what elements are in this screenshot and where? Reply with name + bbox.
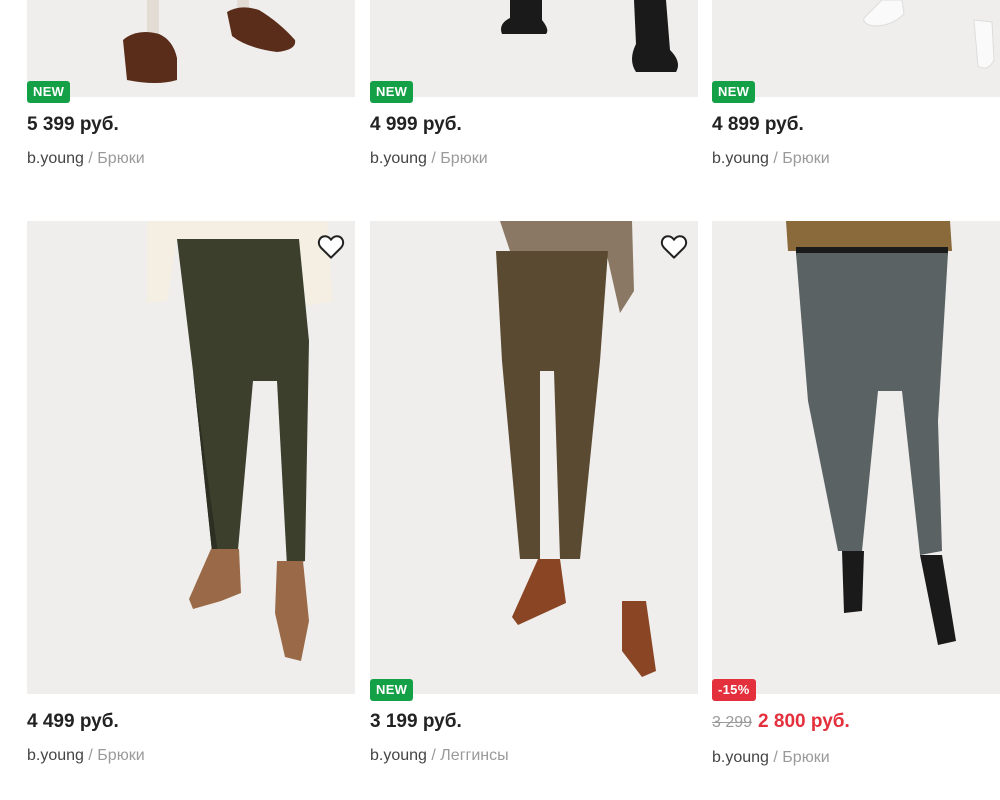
separator: / — [88, 150, 93, 167]
product-brand[interactable]: b.young — [27, 747, 84, 764]
product-meta: b.young / Брюки — [712, 749, 830, 767]
new-badge: NEW — [712, 81, 756, 103]
heart-outline-icon[interactable] — [316, 232, 346, 262]
separator: / — [773, 749, 778, 766]
product-category[interactable]: Брюки — [782, 749, 829, 766]
product-meta: b.young / Брюки — [27, 747, 145, 765]
product-card[interactable]: -15% 3 299 2 800 руб. b.young / Брюки — [712, 221, 1000, 781]
product-image[interactable] — [712, 0, 1000, 97]
product-price: 4 499 руб. — [27, 711, 119, 732]
product-category[interactable]: Брюки — [440, 150, 487, 167]
product-price: 3 199 руб. — [370, 711, 462, 732]
product-category[interactable]: Брюки — [97, 747, 144, 764]
product-meta: b.young / Леггинсы — [370, 747, 509, 765]
new-badge: NEW — [370, 679, 414, 701]
old-price: 3 299 — [712, 714, 753, 731]
separator: / — [431, 747, 436, 764]
product-category[interactable]: Брюки — [97, 150, 144, 167]
product-card[interactable]: 4 499 руб. b.young / Брюки — [27, 221, 355, 781]
separator: / — [431, 150, 436, 167]
product-image[interactable] — [27, 221, 355, 694]
discount-badge: -15% — [712, 679, 756, 701]
product-card[interactable]: NEW 5 399 руб. b.young / Брюки — [27, 0, 355, 180]
product-price: 3 299 2 800 руб. — [712, 711, 850, 733]
product-price: 4 899 руб. — [712, 114, 804, 135]
product-card[interactable]: NEW 3 199 руб. b.young / Леггинсы — [370, 221, 698, 781]
product-meta: b.young / Брюки — [27, 150, 145, 168]
product-image[interactable] — [27, 0, 355, 97]
product-brand[interactable]: b.young — [712, 749, 769, 766]
product-price: 4 999 руб. — [370, 114, 462, 135]
product-card[interactable]: NEW 4 899 руб. b.young / Брюки — [712, 0, 1000, 180]
product-image[interactable] — [370, 0, 698, 97]
product-card[interactable]: NEW 4 999 руб. b.young / Брюки — [370, 0, 698, 180]
product-image[interactable] — [370, 221, 698, 694]
separator: / — [773, 150, 778, 167]
product-meta: b.young / Брюки — [712, 150, 830, 168]
product-brand[interactable]: b.young — [370, 150, 427, 167]
product-price: 5 399 руб. — [27, 114, 119, 135]
sale-price: 2 800 руб. — [758, 711, 850, 732]
product-brand[interactable]: b.young — [712, 150, 769, 167]
product-brand[interactable]: b.young — [27, 150, 84, 167]
new-badge: NEW — [27, 81, 71, 103]
product-brand[interactable]: b.young — [370, 747, 427, 764]
new-badge: NEW — [370, 81, 414, 103]
product-category[interactable]: Брюки — [782, 150, 829, 167]
heart-outline-icon[interactable] — [659, 232, 689, 262]
separator: / — [88, 747, 93, 764]
product-image[interactable] — [712, 221, 1000, 694]
product-meta: b.young / Брюки — [370, 150, 488, 168]
product-category[interactable]: Леггинсы — [440, 747, 508, 764]
